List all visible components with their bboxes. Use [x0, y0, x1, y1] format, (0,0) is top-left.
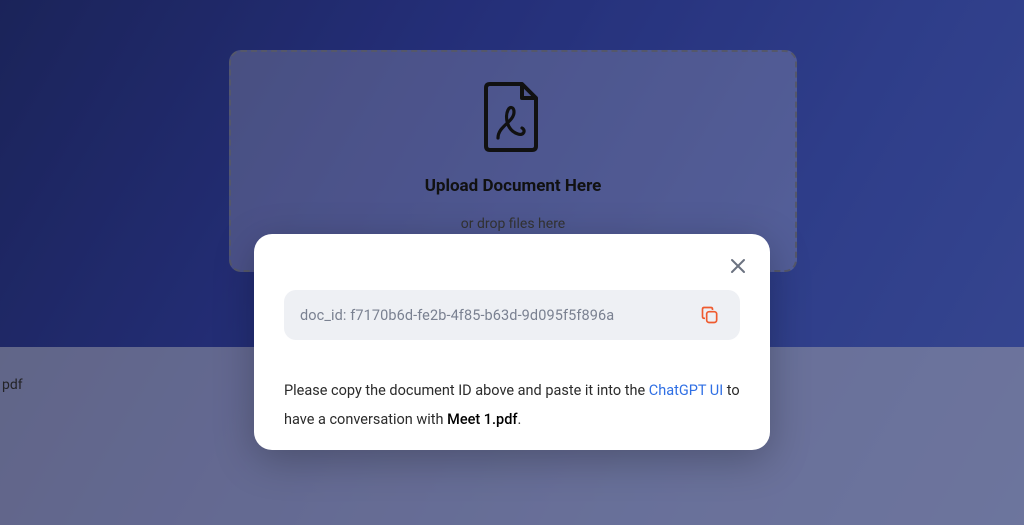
close-button[interactable] [724, 252, 752, 280]
instruction-text: Please copy the document ID above and pa… [284, 376, 740, 434]
instruction-end: . [518, 411, 522, 428]
instruction-pre: Please copy the document ID above and pa… [284, 382, 649, 399]
document-id-modal: doc_id: f7170b6d-fe2b-4f85-b63d-9d095f5f… [254, 234, 770, 450]
doc-id-field: doc_id: f7170b6d-fe2b-4f85-b63d-9d095f5f… [284, 290, 740, 340]
copy-icon [700, 305, 720, 325]
upload-subtitle: or drop files here [461, 216, 565, 232]
pdf-file-icon [478, 80, 548, 158]
doc-id-value: doc_id: f7170b6d-fe2b-4f85-b63d-9d095f5f… [300, 307, 696, 324]
upload-title: Upload Document Here [425, 176, 602, 196]
conversation-filename: Meet 1.pdf [447, 411, 517, 428]
close-icon [730, 258, 746, 274]
copy-button[interactable] [696, 301, 724, 329]
chatgpt-ui-link[interactable]: ChatGPT UI [649, 382, 723, 399]
